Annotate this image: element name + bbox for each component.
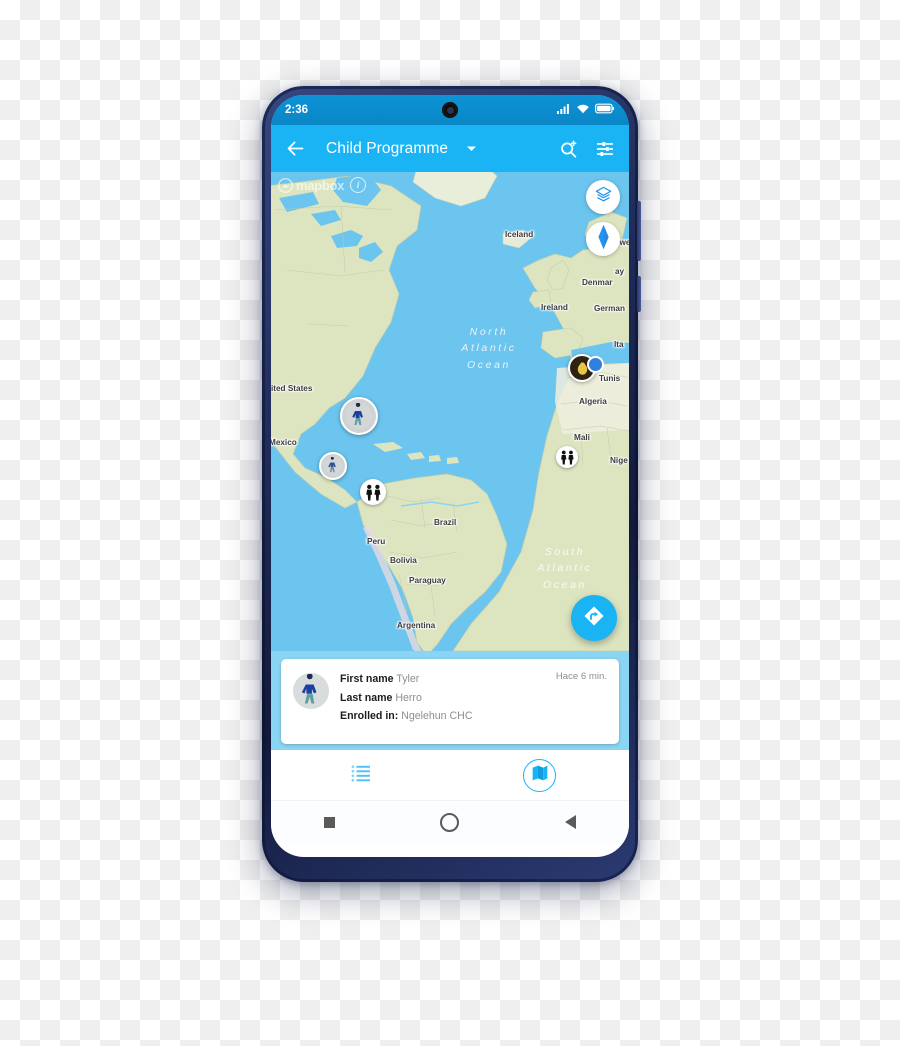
map-layers-icon — [594, 185, 613, 209]
map-canvas — [271, 172, 629, 651]
record-card[interactable]: First name Tyler Last name Herro Enrolle… — [281, 659, 619, 744]
map-marker-avatar[interactable] — [340, 397, 378, 435]
chevron-down-icon[interactable] — [458, 136, 484, 162]
directions-icon — [582, 604, 606, 633]
avatar-pin-icon — [319, 452, 347, 480]
mapbox-wordmark: mapbox — [296, 177, 345, 193]
square-recents-icon[interactable] — [323, 816, 335, 828]
map-marker-cluster[interactable] — [360, 479, 386, 505]
map-layers-button[interactable] — [586, 180, 620, 214]
record-timestamp: Hace 6 min. — [555, 671, 607, 682]
field-row-last-name: Last name Herro — [340, 689, 607, 708]
cluster-pair-icon — [556, 446, 578, 468]
field-value: Ngelehun CHC — [401, 710, 473, 722]
signal-icon — [557, 103, 571, 117]
field-label: First name — [340, 673, 394, 685]
field-value: Tyler — [396, 673, 420, 685]
phone-screen: 2:36 Child Programme mapbox i North Atla… — [271, 95, 629, 857]
wifi-icon — [576, 103, 590, 117]
power-button[interactable] — [637, 276, 641, 312]
status-bar: 2:36 — [271, 95, 629, 125]
battery-icon — [595, 103, 615, 117]
record-card-region: First name Tyler Last name Herro Enrolle… — [271, 651, 629, 750]
field-label: Last name — [340, 691, 393, 704]
cluster-pair-icon — [360, 479, 386, 505]
status-icons — [557, 103, 615, 117]
volume-button[interactable] — [637, 201, 641, 261]
field-label: Enrolled in: — [340, 710, 399, 722]
nav-tab-list[interactable] — [271, 764, 450, 787]
info-icon[interactable]: i — [350, 177, 367, 193]
map-view-icon — [531, 764, 549, 787]
search-plus-icon[interactable] — [556, 136, 582, 162]
avatar-pin-icon — [340, 397, 378, 435]
avatar — [293, 673, 329, 709]
directions-fab-button[interactable] — [571, 595, 617, 641]
circle-home-icon[interactable] — [440, 812, 460, 832]
app-bar: Child Programme — [271, 125, 629, 172]
phone-frame: 2:36 Child Programme mapbox i North Atla… — [262, 86, 641, 882]
compass-needle-icon — [597, 224, 610, 255]
map-compass-button[interactable] — [586, 222, 620, 256]
back-arrow-icon[interactable] — [282, 136, 308, 162]
nav-tab-map-selected-ring — [523, 758, 556, 792]
field-row-enrolled-in: Enrolled in: Ngelehun CHC — [340, 707, 607, 726]
filter-sliders-icon[interactable] — [592, 136, 618, 162]
triangle-back-icon[interactable] — [565, 815, 577, 829]
map-marker-cluster[interactable] — [556, 446, 578, 468]
selected-location-dot — [587, 356, 604, 373]
map-marker-avatar[interactable] — [319, 452, 347, 480]
nav-tab-map[interactable] — [450, 758, 629, 792]
page-title: Child Programme — [326, 139, 449, 157]
list-view-icon — [351, 764, 371, 787]
field-value: Herro — [395, 691, 422, 704]
map-view[interactable]: mapbox i North Atlantic Ocean South Atlanti… — [271, 172, 629, 651]
mapbox-logo-icon: mapbox — [278, 178, 344, 193]
mapbox-attribution[interactable]: mapbox i — [278, 177, 367, 193]
android-navigation-bar — [271, 800, 629, 843]
status-clock: 2:36 — [285, 104, 309, 116]
front-camera-punch-hole — [442, 102, 458, 118]
bottom-navigation — [271, 750, 629, 800]
